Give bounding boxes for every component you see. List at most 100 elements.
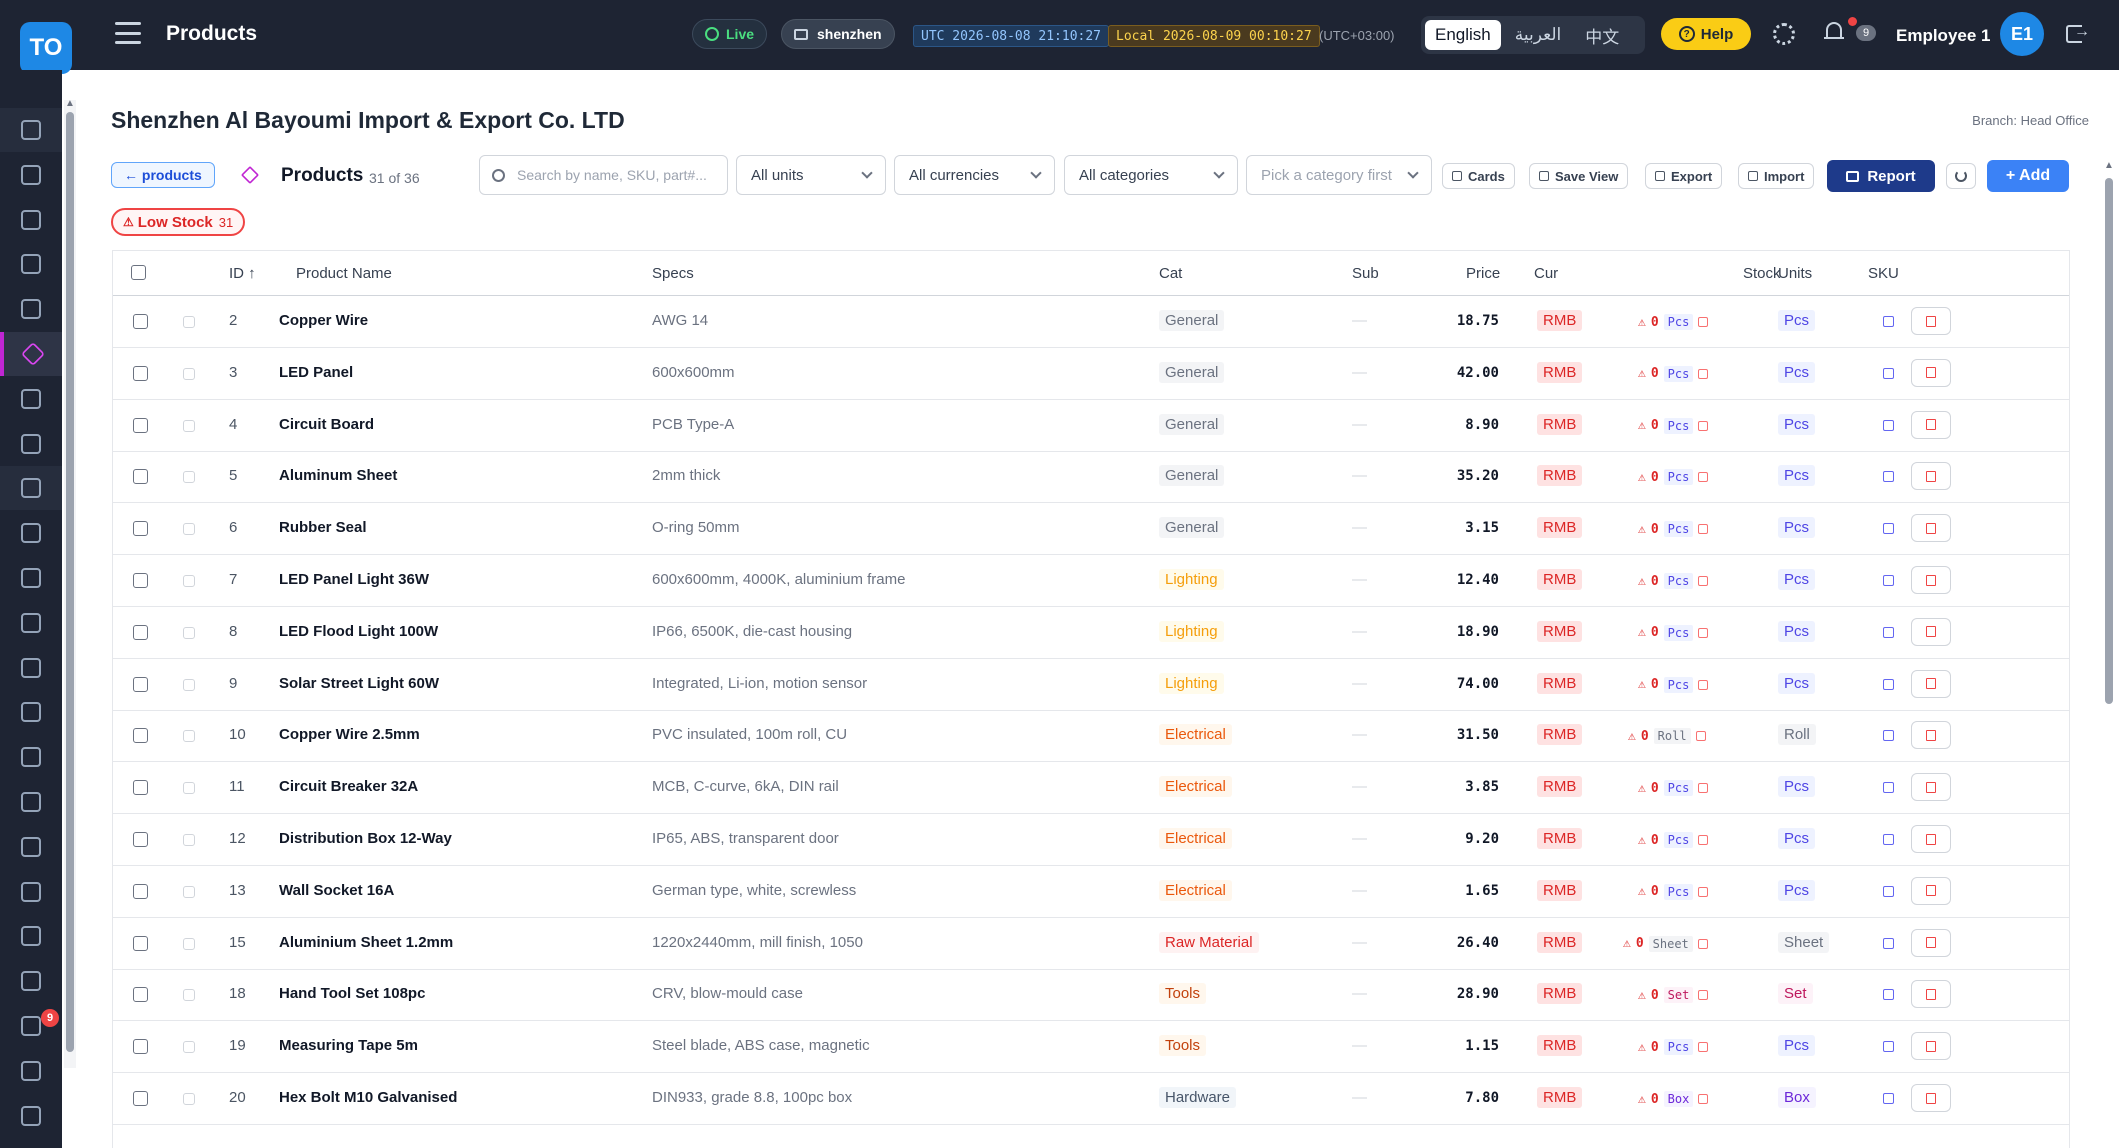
stock-cell[interactable]: ⚠ 0 Pcs [1633,518,1714,541]
cards-view-button[interactable]: Cards [1442,163,1515,189]
row-checkbox[interactable] [133,314,148,329]
copy-icon[interactable] [1883,367,1894,379]
subcategory-select[interactable]: Pick a category first [1246,155,1432,195]
copy-icon[interactable] [1883,989,1894,1001]
table-row[interactable]: 15 Aluminium Sheet 1.2mm 1220x2440mm, mill… [113,918,2069,970]
lang-chinese[interactable]: 中文 [1575,20,1629,50]
copy-icon[interactable] [1883,1041,1894,1053]
copy-icon[interactable] [1883,834,1894,845]
delete-button[interactable] [1911,980,1951,1009]
currencies-select[interactable]: All currencies [894,155,1055,195]
stock-cell[interactable]: ⚠ 0 Pcs [1633,311,1714,333]
external-link-icon[interactable] [1695,731,1706,742]
sidebar-item-wallet[interactable] [0,646,62,690]
table-row[interactable]: 19 Measuring Tape 5m Steel blade, ABS case… [113,1021,2069,1074]
sidebar-item-accessibility[interactable] [0,511,62,555]
external-link-icon[interactable] [1698,472,1709,483]
logout-icon[interactable] [2066,23,2090,43]
sidebar-item-cart[interactable] [0,198,62,242]
external-link-icon[interactable] [1698,627,1709,638]
row-checkbox[interactable] [133,883,148,899]
gear-icon[interactable] [1773,23,1795,45]
external-link-icon[interactable] [1698,783,1709,794]
col-cat[interactable]: Cat [1159,265,1182,282]
delete-button[interactable] [1911,566,1951,594]
stock-cell[interactable]: ⚠ 0 Pcs [1633,621,1714,644]
table-row[interactable]: 13 Wall Socket 16A German type, white, scr… [113,866,2069,918]
product-name[interactable]: Distribution Box 12-Way [279,830,452,847]
table-row[interactable]: 4 Circuit Board PCB Type-A General — 8.90 RMB ⚠… [113,400,2069,452]
copy-icon[interactable] [1883,1093,1894,1104]
product-name[interactable]: Solar Street Light 60W [279,675,439,692]
sidebar-scrollbar[interactable]: ▲ [64,98,76,1068]
external-link-icon[interactable] [1698,990,1709,1001]
sidebar-item-analytics[interactable] [0,870,62,914]
lang-arabic[interactable]: العربية [1505,20,1571,50]
delete-button[interactable] [1911,1032,1951,1061]
stock-cell[interactable]: ⚠ 0 Set [1633,984,1714,1007]
row-checkbox[interactable] [133,987,148,1003]
bell-icon[interactable] [1824,22,1844,44]
row-checkbox[interactable] [133,521,148,537]
product-name[interactable]: Hand Tool Set 108pc [279,985,425,1002]
avatar[interactable]: E1 [2000,12,2044,56]
delete-button[interactable] [1911,617,1951,646]
sidebar-item-book[interactable] [0,780,62,824]
sidebar-item-tasks[interactable] [0,242,62,286]
external-link-icon[interactable] [1698,1042,1709,1053]
sidebar-item-layers[interactable] [0,377,62,421]
stock-cell[interactable]: ⚠ 0 Pcs [1633,777,1714,800]
save-view-button[interactable]: Save View [1529,163,1629,189]
product-name[interactable]: Copper Wire 2.5mm [279,726,420,743]
sidebar-item-vehicles[interactable] [0,556,62,600]
app-logo[interactable]: TO [20,22,72,74]
sidebar-item-customers[interactable] [0,422,62,466]
product-name[interactable]: Wall Socket 16A [279,882,394,899]
external-link-icon[interactable] [1698,524,1709,535]
sidebar-item-team[interactable] [0,1049,62,1093]
product-name[interactable]: LED Panel [279,364,353,381]
table-row[interactable]: 5 Aluminum Sheet 2mm thick General — 35.20 RMB… [113,451,2069,504]
table-row[interactable]: 12 Distribution Box 12-Way IP65, ABS, tran… [113,814,2069,866]
sidebar-item-archive[interactable] [0,287,62,331]
sidebar-item-products[interactable] [0,332,62,376]
sidebar-item-contacts[interactable] [0,466,62,511]
col-stock[interactable]: Stock [1743,265,1781,282]
table-row[interactable]: 2 Copper Wire AWG 14 General —18.75 RMB ⚠ 0 Pcs P… [113,296,2069,348]
sidebar-item-inbox[interactable] [0,959,62,1003]
external-link-icon[interactable] [1698,368,1709,379]
row-checkbox[interactable] [133,365,148,381]
copy-icon[interactable] [1883,575,1894,586]
product-name[interactable]: Hex Bolt M10 Galvanised [279,1089,457,1106]
external-link-icon[interactable] [1698,886,1709,897]
delete-button[interactable] [1911,928,1951,957]
delete-button[interactable] [1911,1084,1951,1112]
product-name[interactable]: Copper Wire [279,312,368,329]
sidebar-item-invoices[interactable] [0,601,62,645]
external-link-icon[interactable] [1698,420,1709,431]
stock-cell[interactable]: ⚠ 0 Pcs [1633,466,1714,489]
delete-button[interactable] [1911,307,1951,335]
copy-icon[interactable] [1883,626,1894,638]
row-checkbox[interactable] [133,832,148,847]
row-checkbox[interactable] [133,417,148,433]
col-cur[interactable]: Cur [1534,265,1558,282]
delete-button[interactable] [1911,669,1951,698]
sidebar-item-finance[interactable] [0,825,62,869]
col-id-sort[interactable]: ID ↑ [229,265,256,282]
search-input[interactable]: Search by name, SKU, part#... [479,155,728,195]
row-checkbox[interactable] [133,469,148,485]
stock-cell[interactable]: ⚠ 0 Box [1633,1088,1714,1110]
table-row[interactable]: 18 Hand Tool Set 108pc CRV, blow-mould cas… [113,969,2069,1022]
external-link-icon[interactable] [1697,938,1708,949]
stock-cell[interactable]: ⚠ 0 Pcs [1633,880,1714,903]
refresh-button[interactable] [1946,163,1976,189]
select-all-checkbox[interactable] [131,265,146,280]
col-sub[interactable]: Sub [1352,265,1379,282]
col-sku[interactable]: SKU [1868,265,1899,282]
table-row[interactable]: 20 Hex Bolt M10 Galvanised DIN933, grade 8… [113,1073,2069,1125]
user-name[interactable]: Employee 1 [1896,26,1991,46]
row-checkbox[interactable] [133,624,148,640]
product-name[interactable]: Rubber Seal [279,519,367,536]
copy-icon[interactable] [1883,730,1894,742]
